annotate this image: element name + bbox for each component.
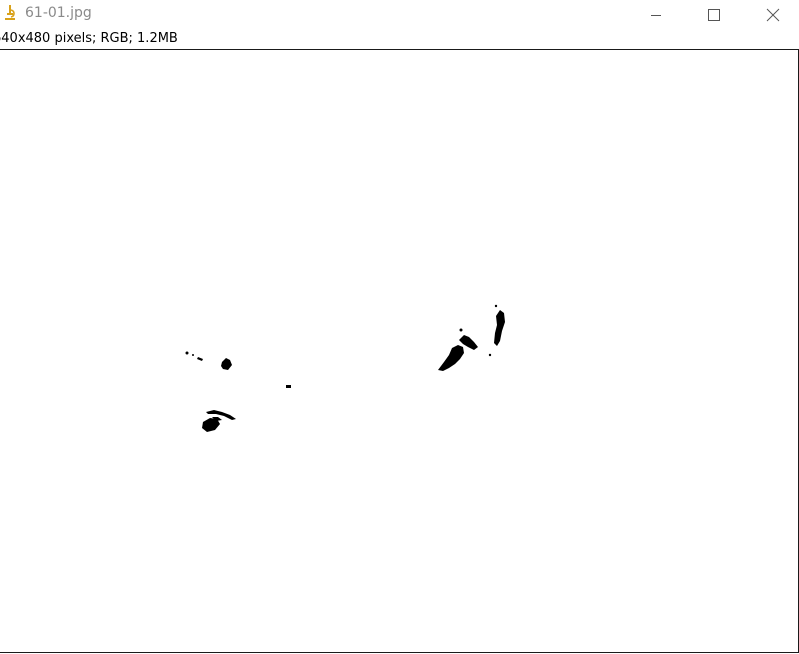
minimize-icon [651,15,661,16]
binary-image [185,304,505,432]
close-icon [766,8,780,22]
microscope-icon [3,4,17,22]
particle [459,328,463,332]
particle [197,357,203,361]
image-window: 61-01.jpg 640x480 pixels; RGB; 1.2MB [0,0,799,654]
particle [494,310,505,346]
particle [286,385,291,388]
close-button[interactable] [750,0,796,30]
particle [192,354,194,356]
minimize-button[interactable] [633,0,679,30]
maximize-icon [708,9,720,21]
particle [221,358,232,370]
window-title: 61-01.jpg [25,5,92,21]
particle [185,351,189,355]
image-info-text: 640x480 pixels; RGB; 1.2MB [0,31,178,46]
particle [438,345,464,371]
particle [488,353,492,357]
title-bar[interactable]: 61-01.jpg [0,0,799,30]
image-info-bar: 640x480 pixels; RGB; 1.2MB [0,30,799,50]
image-canvas[interactable] [0,49,799,653]
maximize-button[interactable] [691,0,737,30]
particle [494,304,498,308]
